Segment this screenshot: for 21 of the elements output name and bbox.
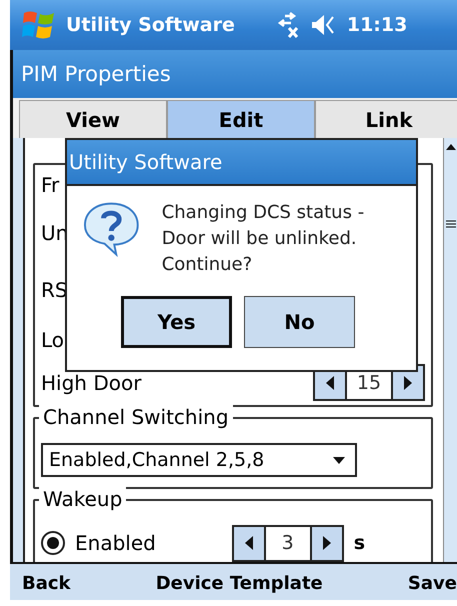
menu-item[interactable]: Save [408,572,457,594]
dialog-button[interactable]: No [244,296,355,348]
field-label: High Door [41,370,142,394]
menu-item[interactable]: Device Template [156,572,323,594]
tab[interactable]: View [19,100,167,138]
dialog-button[interactable]: Yes [121,296,232,348]
menu-item[interactable]: Back [22,572,71,594]
window-title: PIM Properties [21,62,171,86]
radio-label: Enabled [75,531,156,555]
field-label: Fr [41,173,60,197]
tab[interactable]: Link [315,100,457,138]
clock-time[interactable]: 11:13 [346,14,408,36]
app-title: Utility Software [66,14,235,36]
unit-label: s [354,532,365,554]
group-legend: Wakeup [39,487,126,511]
tab[interactable]: Edit [167,100,315,138]
dialog-message: Changing DCS status - Door will be unlinked. Continue? [162,201,366,277]
field-label: Lo [41,328,64,352]
dialog-title: Utility Software [69,150,222,174]
group-legend: Channel Switching [39,405,233,429]
channel-dropdown[interactable]: Enabled,Channel 2,5,8 [41,443,357,477]
